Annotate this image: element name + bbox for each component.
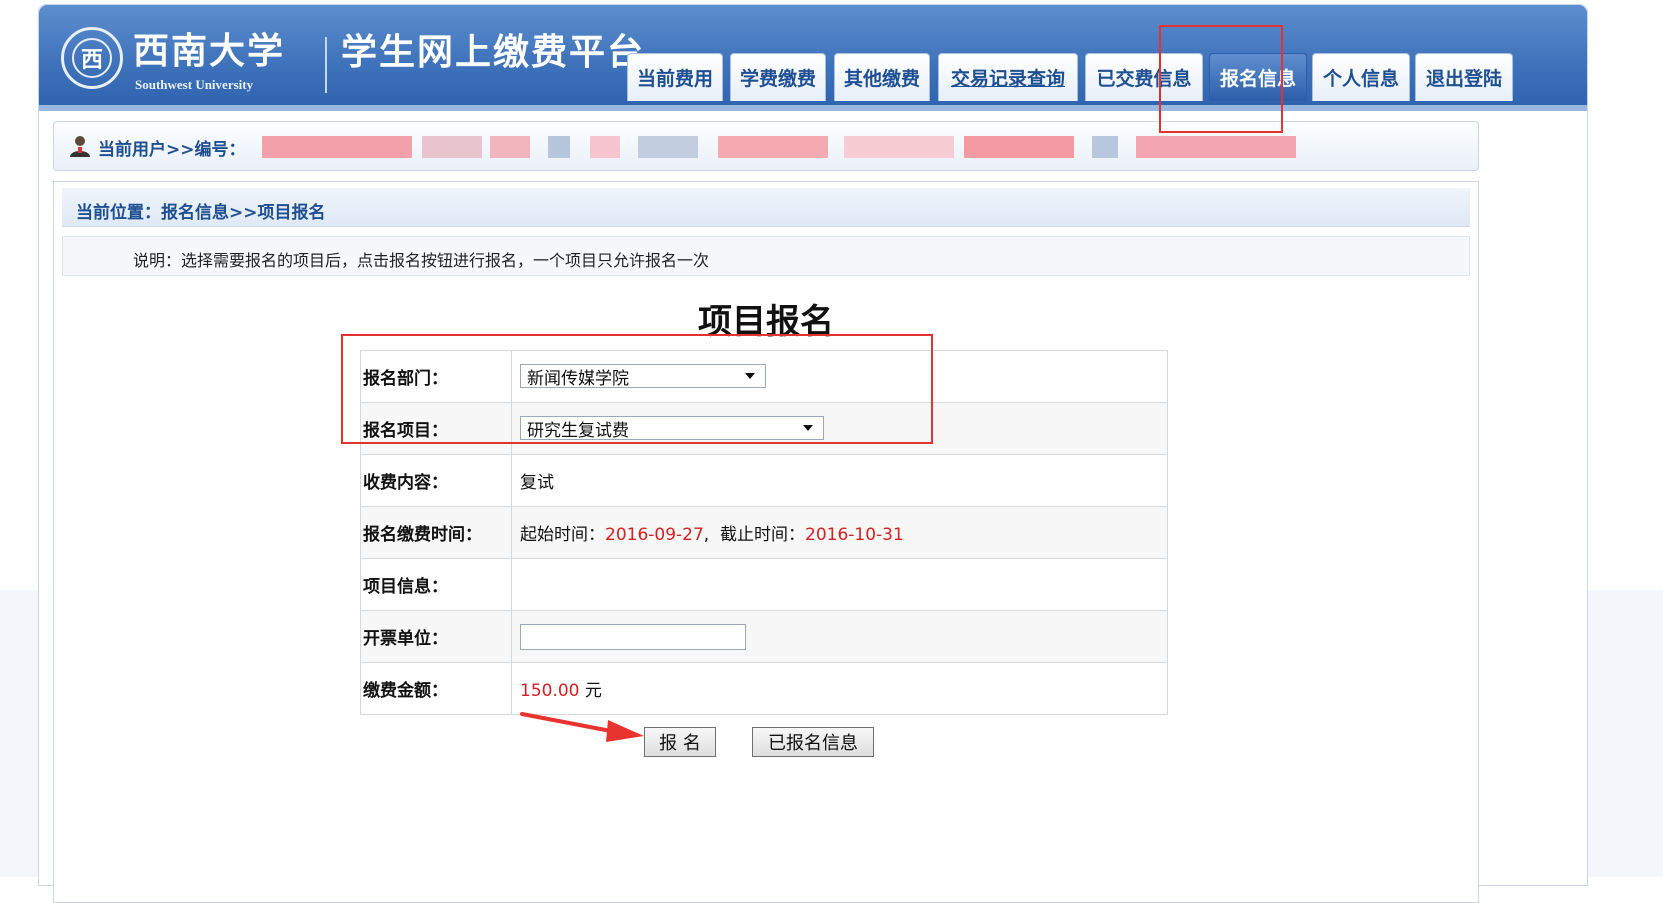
instruction-note: 说明：选择需要报名的项目后，点击报名按钮进行报名，一个项目只允许报名一次: [62, 236, 1470, 276]
breadcrumb: 当前位置：报名信息>>项目报名: [62, 188, 1470, 227]
amount-label: 缴费金额：: [360, 662, 512, 715]
university-seal-icon: 西: [61, 27, 123, 89]
period-label: 报名缴费时间：: [360, 506, 512, 559]
user-icon: [70, 136, 90, 157]
form-row-content: 收费内容： 复试: [360, 454, 1168, 507]
platform-title: 学生网上缴费平台: [341, 32, 646, 73]
start-time-value: 2016-09-27: [605, 525, 704, 545]
content-label: 收费内容：: [360, 454, 512, 507]
header: 西 西南大学 Southwest University 学生网上缴费平台 当前费…: [39, 5, 1587, 109]
nav-tab-tuition-payment[interactable]: 学费缴费: [730, 53, 826, 101]
highlight-box-form: [341, 334, 933, 444]
form-row-invoice: 开票单位：: [360, 610, 1168, 663]
amount-value: 150.00: [520, 681, 580, 701]
breadcrumb-text: 当前位置：报名信息>>项目报名: [76, 203, 326, 223]
instruction-text: 说明：选择需要报名的项目后，点击报名按钮进行报名，一个项目只允许报名一次: [133, 251, 710, 270]
highlight-box-nav: [1159, 25, 1283, 133]
start-time-label: 起始时间：: [520, 525, 605, 545]
arrow-annotation-icon: [520, 712, 644, 742]
registered-info-button[interactable]: 已报名信息: [752, 727, 874, 757]
app-frame: 西 西南大学 Southwest University 学生网上缴费平台 当前费…: [38, 4, 1588, 903]
university-name: 西南大学: [133, 30, 286, 72]
project-info-value: [511, 558, 1168, 611]
end-time-label: 截止时间：: [720, 525, 806, 545]
nav-tab-transaction-query[interactable]: 交易记录查询: [938, 53, 1078, 101]
nav-tab-personal-info[interactable]: 个人信息: [1312, 53, 1410, 101]
amount-unit: 元: [584, 681, 602, 701]
content-panel: 当前位置：报名信息>>项目报名 说明：选择需要报名的项目后，点击报名按钮进行报名…: [53, 181, 1479, 903]
invoice-unit-label: 开票单位：: [360, 610, 512, 663]
end-time-value: 2016-10-31: [805, 525, 904, 545]
current-user-label: 当前用户>>编号：: [98, 140, 246, 160]
university-name-en: Southwest University: [135, 77, 254, 92]
header-bottom-line: [39, 105, 1587, 111]
project-info-label: 项目信息：: [360, 558, 512, 611]
nav-tab-logout[interactable]: 退出登陆: [1415, 53, 1513, 101]
seal-center: 西: [72, 38, 112, 78]
form-row-info: 项目信息：: [360, 558, 1168, 611]
register-button[interactable]: 报 名: [644, 727, 716, 757]
nav-tab-current-fees[interactable]: 当前费用: [627, 53, 723, 101]
content-value: 复试: [511, 454, 1168, 507]
form-row-amount: 缴费金额： 150.00 元: [360, 662, 1168, 715]
nav-tab-other-payment[interactable]: 其他缴费: [834, 53, 930, 101]
form-row-period: 报名缴费时间： 起始时间：2016-09-27, 截止时间：2016-10-31: [360, 506, 1168, 559]
header-divider: [325, 37, 327, 93]
invoice-unit-input[interactable]: [520, 623, 746, 650]
